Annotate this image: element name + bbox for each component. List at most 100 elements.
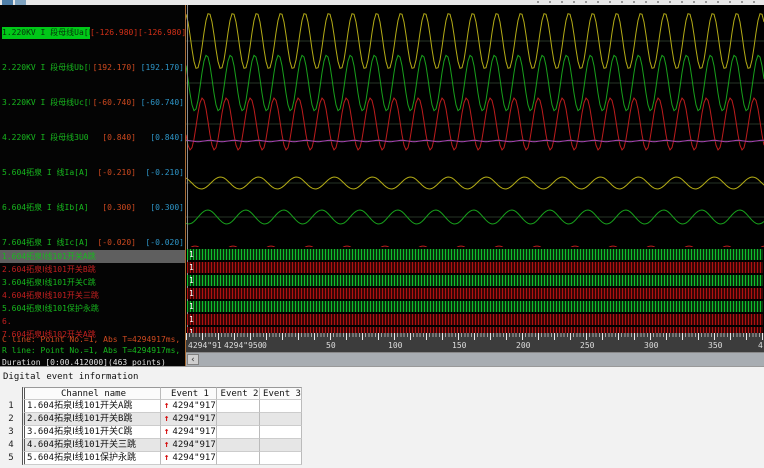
analog-value-cursor1: [-0.210] — [97, 168, 136, 177]
analog-channel-label: 4.220KV I 段母线3U0[kV] — [2, 133, 90, 142]
event3-cell — [260, 426, 302, 439]
scroll-left-arrow-icon[interactable]: ‹ — [187, 354, 199, 365]
analog-channel-label: 2.220KV I 段母线Ub[kV] — [2, 63, 90, 72]
channel-list-panel: C line: Point No.=1, Abs T=4294917ms, Re… — [0, 5, 186, 366]
event2-cell — [217, 452, 260, 465]
analog-value-cursor1: [-126.980] — [90, 28, 139, 37]
time-axis-tick-label: 300 — [644, 341, 659, 350]
digital-channel-row[interactable]: 5.604拓泉Ⅰ线101保护永跳 — [0, 302, 186, 315]
time-axis-tick-label: 4294"91 — [188, 341, 222, 350]
digital-state-value: 1 — [189, 263, 194, 272]
digital-state-value: 1 — [189, 250, 194, 259]
event-rise-arrow-icon: ↑ — [164, 440, 170, 450]
analog-channel-label: 7.604拓泉 I 线Ic[A] — [2, 238, 89, 247]
time-axis-tick-label: 50 — [326, 341, 336, 350]
horizontal-scrollbar[interactable]: ‹ — [186, 352, 764, 366]
analog-value-cursor2: [192.170] — [140, 63, 184, 72]
event2-cell — [217, 400, 260, 413]
digital-channel-row[interactable]: 7.604拓泉Ⅰ线102开关A跳 — [0, 328, 186, 341]
event-rise-arrow-icon: ↑ — [164, 414, 170, 424]
panel-separator[interactable] — [185, 5, 186, 366]
table-header-event-3: Event 3 — [260, 387, 302, 400]
channel-name-cell[interactable]: 5.604拓泉Ⅰ线101保护永跳 — [22, 452, 161, 465]
event3-cell — [260, 413, 302, 426]
row-number-cell: 1 — [0, 400, 22, 413]
event2-cell — [217, 413, 260, 426]
channel-name-cell[interactable]: 1.604拓泉Ⅰ线101开关A跳 — [22, 400, 161, 413]
event1-time: 4294"917 ms — [172, 427, 216, 437]
digital-state-value: 1 — [189, 315, 194, 324]
analog-waveforms — [186, 13, 764, 247]
event1-cell: ↑4294"917 ms — [161, 426, 217, 439]
event1-cell: ↑4294"917 ms — [161, 452, 217, 465]
digital-channel-row[interactable]: 3.604拓泉Ⅰ线101开关C跳 — [0, 276, 186, 289]
time-axis-tick-label: 200 — [516, 341, 531, 350]
event1-cell: ↑4294"917 ms — [161, 413, 217, 426]
digital-trace-bar: 1 — [187, 262, 763, 273]
analog-value-cursor2: [0.840] — [150, 133, 184, 142]
digital-channel-row[interactable]: 1.604拓泉Ⅰ线101开关A跳 — [0, 250, 186, 263]
digital-event-table[interactable]: Channel name Event 1 Event 2 Event 3 1 1.604拓… — [0, 387, 302, 465]
analog-channel-row[interactable]: 6.604拓泉 I 线Ib[A] [0.300] [0.300] — [2, 202, 184, 214]
waveform-trace-7 — [190, 245, 764, 247]
analog-channel-label: 5.604拓泉 I 线Ia[A] — [2, 168, 89, 177]
digital-trace-bar: 1 — [187, 275, 763, 286]
analog-channel-row[interactable]: 2.220KV I 段母线Ub[kV][192.170][192.170] — [2, 62, 184, 74]
event-rise-arrow-icon: ↑ — [164, 453, 170, 463]
digital-event-panel: Digital event information Channel name Ev… — [0, 366, 764, 468]
digital-state-value: 1 — [189, 289, 194, 298]
row-number-cell: 2 — [0, 413, 22, 426]
channel-name-cell[interactable]: 2.604拓泉Ⅰ线101开关B跳 — [22, 413, 161, 426]
digital-state-value: 1 — [189, 302, 194, 311]
analog-value-cursor1: [192.170] — [92, 63, 136, 72]
analog-channel-label: 6.604拓泉 I 线Ib[A] — [2, 203, 89, 212]
analog-channel-row[interactable]: 4.220KV I 段母线3U0[kV] [0.840] [0.840] — [2, 132, 184, 144]
analog-channel-row[interactable]: 3.220KV I 段母线Uc[kV][-60.740][-60.740] — [2, 97, 184, 109]
analog-value-cursor1: [-60.740] — [92, 98, 136, 107]
digital-channel-row[interactable]: 2.604拓泉Ⅰ线101开关B跳 — [0, 263, 186, 276]
waveform-plot-area[interactable]: 1111111 4294"91 4294"950 0 50 100 150 200 250 30… — [186, 5, 764, 366]
analog-value-cursor1: [-0.020] — [97, 238, 136, 247]
table-corner-cell — [0, 387, 22, 400]
digital-traces-area[interactable]: 1111111 — [186, 248, 764, 333]
table-header-channel-name: Channel name — [22, 387, 161, 400]
event1-cell: ↑4294"917 ms — [161, 400, 217, 413]
event1-time: 4294"917 ms — [172, 453, 216, 463]
r-cursor-status: R line: Point No.=1, Abs T=4294917ms, Re… — [2, 346, 186, 355]
analog-value-cursor2: [-126.980] — [138, 28, 186, 37]
analog-channel-label: 3.220KV I 段母线Uc[kV] — [2, 98, 90, 107]
event3-cell — [260, 439, 302, 452]
digital-trace-bar: 1 — [187, 249, 763, 260]
time-axis-tick-label: 4294"950 — [224, 341, 263, 350]
analog-channel-row[interactable]: 1.220KV I 段母线Ua[kV][-126.980][-126.980] — [2, 27, 186, 39]
time-axis-tick-label: 4 — [758, 341, 763, 350]
oscillography-viewer-window: C line: Point No.=1, Abs T=4294917ms, Re… — [0, 0, 764, 468]
digital-channel-row[interactable]: 4.604拓泉Ⅰ线101开关三跳 — [0, 289, 186, 302]
digital-trace-bar: 1 — [187, 301, 763, 312]
event1-time: 4294"917 ms — [172, 401, 216, 411]
analog-value-cursor2: [0.300] — [150, 203, 184, 212]
event-rise-arrow-icon: ↑ — [164, 401, 170, 411]
analog-channel-row[interactable]: 5.604拓泉 I 线Ia[A] [-0.210] [-0.210] — [2, 167, 184, 179]
time-axis-ruler[interactable]: 4294"91 4294"950 0 50 100 150 200 250 300 350 4 — [186, 333, 764, 352]
table-header-event-1: Event 1 — [161, 387, 217, 400]
channel-name-cell[interactable]: 3.604拓泉Ⅰ线101开关C跳 — [22, 426, 161, 439]
row-number-cell: 3 — [0, 426, 22, 439]
event1-cell: ↑4294"917 ms — [161, 439, 217, 452]
event2-cell — [217, 426, 260, 439]
channel-name-cell[interactable]: 4.604拓泉Ⅰ线101开关三跳 — [22, 439, 161, 452]
time-axis-tick-label: 0 — [262, 341, 267, 350]
analog-channel-row[interactable]: 7.604拓泉 I 线Ic[A] [-0.020] [-0.020] — [2, 237, 184, 249]
analog-value-cursor2: [-0.210] — [145, 168, 184, 177]
analog-value-cursor2: [-60.740] — [140, 98, 184, 107]
digital-channel-row[interactable]: 6. — [0, 315, 186, 328]
analog-value-cursor2: [-0.020] — [145, 238, 184, 247]
row-number-cell: 5 — [0, 452, 22, 465]
event1-time: 4294"917 ms — [172, 440, 216, 450]
event1-time: 4294"917 ms — [172, 414, 216, 424]
analog-value-cursor1: [0.300] — [102, 203, 136, 212]
analog-channel-label: 1.220KV I 段母线Ua[kV] — [2, 27, 90, 39]
event3-cell — [260, 452, 302, 465]
digital-trace-bar: 1 — [187, 314, 763, 325]
event2-cell — [217, 439, 260, 452]
